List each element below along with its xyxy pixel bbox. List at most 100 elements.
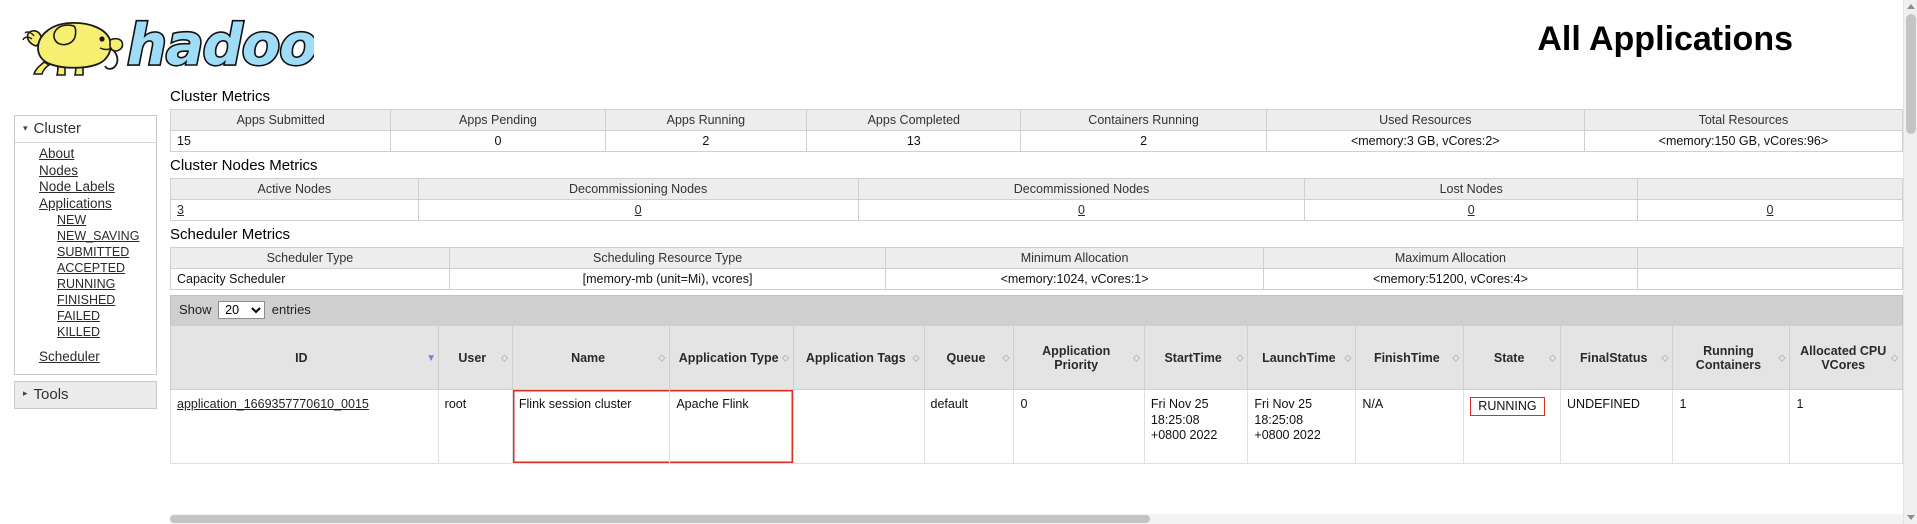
cell-launch-time: Fri Nov 25 18:25:08 +0800 2022 <box>1247 389 1357 464</box>
col-header-application-tags[interactable]: Application Tags ◇ <box>793 325 925 390</box>
val-total-resources: <memory:150 GB, vCores:96> <box>1583 130 1904 152</box>
sort-icon[interactable]: ◇ <box>1549 353 1556 362</box>
cluster-metrics-title: Cluster Metrics <box>170 88 271 105</box>
col-label-application-priority: Application Priority <box>1042 343 1111 372</box>
sidebar-item-submitted[interactable]: SUBMITTED <box>15 244 156 260</box>
col-header-final-status[interactable]: FinalStatus ◇ <box>1560 325 1674 390</box>
scroll-up-icon[interactable] <box>1907 4 1915 9</box>
launch-time-zone: +0800 2022 <box>1254 428 1321 442</box>
sort-icon[interactable]: ◇ <box>658 353 665 362</box>
table-row: application_1669357770610_0015 root Flin… <box>170 389 1903 464</box>
sort-icon[interactable]: ◇ <box>1891 353 1898 362</box>
col-header-state[interactable]: State ◇ <box>1463 325 1562 390</box>
sidebar-item-killed[interactable]: KILLED <box>15 324 156 340</box>
sort-icon[interactable]: ◇ <box>1003 353 1010 362</box>
cell-application-type: Apache Flink <box>669 389 795 464</box>
cell-allocated-cpu-vcores: 1 <box>1789 389 1903 464</box>
start-time-date: Fri Nov 25 <box>1150 397 1209 411</box>
decommissioned-nodes-link[interactable]: 0 <box>1078 203 1085 217</box>
val-apps-running: 2 <box>604 130 808 152</box>
col-header-allocated-cpu-vcores[interactable]: Allocated CPU VCores ◇ <box>1789 325 1903 390</box>
col-header-user[interactable]: User ◇ <box>437 325 513 390</box>
sidebar-tools-header[interactable]: ▸ Tools <box>15 381 156 408</box>
sort-icon[interactable]: ◇ <box>1236 353 1243 362</box>
sidebar-item-scheduler[interactable]: Scheduler <box>15 349 156 366</box>
table-row: Capacity Scheduler [memory-mb (unit=Mi),… <box>170 268 1904 290</box>
sort-icon[interactable]: ◇ <box>1344 353 1351 362</box>
val-decommissioned-nodes: 0 <box>857 199 1306 221</box>
sidebar-item-failed[interactable]: FAILED <box>15 308 156 324</box>
decommissioning-nodes-link[interactable]: 0 <box>635 203 642 217</box>
cell-id: application_1669357770610_0015 <box>170 389 439 464</box>
sidebar-item-node-labels[interactable]: Node Labels <box>15 179 156 196</box>
col-apps-submitted: Apps Submitted <box>169 109 392 131</box>
table-header-row: ID ▾ User ◇ Name ◇ Application Type ◇ Applic… <box>170 325 1903 390</box>
sidebar: ▾ Cluster About Nodes Node Labels Applica… <box>14 115 157 415</box>
hadoop-logo-icon: hadoop <box>22 11 314 80</box>
unhealthy-nodes-link[interactable]: 0 <box>1767 203 1774 217</box>
sidebar-item-accepted[interactable]: ACCEPTED <box>15 260 156 276</box>
sort-icon[interactable]: ◇ <box>1662 353 1669 362</box>
col-label-application-type: Application Type <box>678 350 779 365</box>
val-lost-nodes: 0 <box>1304 199 1638 221</box>
vertical-scrollbar-thumb[interactable] <box>1906 14 1916 134</box>
col-header-running-containers[interactable]: Running Containers ◇ <box>1672 325 1791 390</box>
cell-start-time: Fri Nov 25 18:25:08 +0800 2022 <box>1143 389 1249 464</box>
scroll-down-icon[interactable] <box>1907 515 1915 520</box>
entries-label: entries <box>271 302 311 317</box>
col-header-application-type[interactable]: Application Type ◇ <box>669 325 795 390</box>
col-header-finish-time[interactable]: FinishTime ◇ <box>1355 325 1465 390</box>
col-header-application-priority[interactable]: Application Priority ◇ <box>1013 325 1145 390</box>
show-entries-label: Show 20 40 60 80 100 entries <box>179 301 311 319</box>
sort-desc-icon[interactable]: ▾ <box>429 353 434 363</box>
col-used-resources: Used Resources <box>1265 109 1585 131</box>
cell-running-containers: 1 <box>1672 389 1791 464</box>
active-nodes-link[interactable]: 3 <box>177 203 184 217</box>
sidebar-item-finished[interactable]: FINISHED <box>15 292 156 308</box>
val-unhealthy-nodes: 0 <box>1636 199 1904 221</box>
sort-icon[interactable]: ◇ <box>1133 353 1140 362</box>
sidebar-cluster-header[interactable]: ▾ Cluster <box>15 116 156 143</box>
sidebar-item-about[interactable]: About <box>15 146 156 163</box>
sort-icon[interactable]: ◇ <box>1452 353 1459 362</box>
table-header-row: Apps Submitted Apps Pending Apps Running… <box>169 109 1904 131</box>
vertical-scrollbar[interactable] <box>1903 0 1917 524</box>
sidebar-item-running[interactable]: RUNNING <box>15 276 156 292</box>
col-label-finish-time: FinishTime <box>1373 350 1440 365</box>
sort-icon[interactable]: ◇ <box>1779 353 1786 362</box>
cluster-metrics-table: Apps Submitted Apps Pending Apps Running… <box>169 109 1904 152</box>
application-id-link[interactable]: application_1669357770610_0015 <box>177 397 369 411</box>
col-apps-completed: Apps Completed <box>806 109 1022 131</box>
horizontal-scrollbar-thumb[interactable] <box>170 515 1150 523</box>
cluster-nodes-metrics-table: Active Nodes Decommissioning Nodes Decom… <box>170 178 1904 221</box>
sidebar-section-cluster: ▾ Cluster About Nodes Node Labels Applica… <box>14 115 157 375</box>
col-header-launch-time[interactable]: LaunchTime ◇ <box>1247 325 1357 390</box>
lost-nodes-link[interactable]: 0 <box>1468 203 1475 217</box>
sort-icon[interactable]: ◇ <box>913 353 920 362</box>
col-scheduler-type: Scheduler Type <box>170 247 450 269</box>
col-containers-running: Containers Running <box>1020 109 1267 131</box>
val-scheduling-resource-type: [memory-mb (unit=Mi), vcores] <box>448 268 887 290</box>
sidebar-section-tools: ▸ Tools <box>14 380 157 409</box>
hadoop-logo[interactable]: hadoop <box>14 6 314 86</box>
horizontal-scrollbar[interactable] <box>170 514 1903 524</box>
main-content: Cluster Metrics Apps Submitted Apps Pend… <box>169 88 1904 464</box>
col-header-id[interactable]: ID ▾ <box>170 325 439 390</box>
sidebar-item-new[interactable]: NEW <box>15 212 156 228</box>
val-containers-running: 2 <box>1020 130 1267 152</box>
col-header-name[interactable]: Name ◇ <box>511 325 671 390</box>
page-size-select[interactable]: 20 40 60 80 100 <box>218 301 266 319</box>
masthead: hadoop All Applications <box>0 0 1903 90</box>
col-header-start-time[interactable]: StartTime ◇ <box>1143 325 1249 390</box>
col-label-queue: Queue <box>946 350 986 365</box>
cell-state: RUNNING <box>1463 389 1562 464</box>
sidebar-item-new-saving[interactable]: NEW_SAVING <box>15 228 156 244</box>
sidebar-item-applications[interactable]: Applications <box>15 196 156 213</box>
col-label-user: User <box>458 350 487 365</box>
col-header-queue[interactable]: Queue ◇ <box>923 325 1015 390</box>
sort-icon[interactable]: ◇ <box>501 353 508 362</box>
launch-time-clock: 18:25:08 <box>1254 412 1304 427</box>
sidebar-item-nodes[interactable]: Nodes <box>15 163 156 180</box>
chevron-down-icon: ▾ <box>23 122 28 133</box>
sort-icon[interactable]: ◇ <box>782 353 789 362</box>
